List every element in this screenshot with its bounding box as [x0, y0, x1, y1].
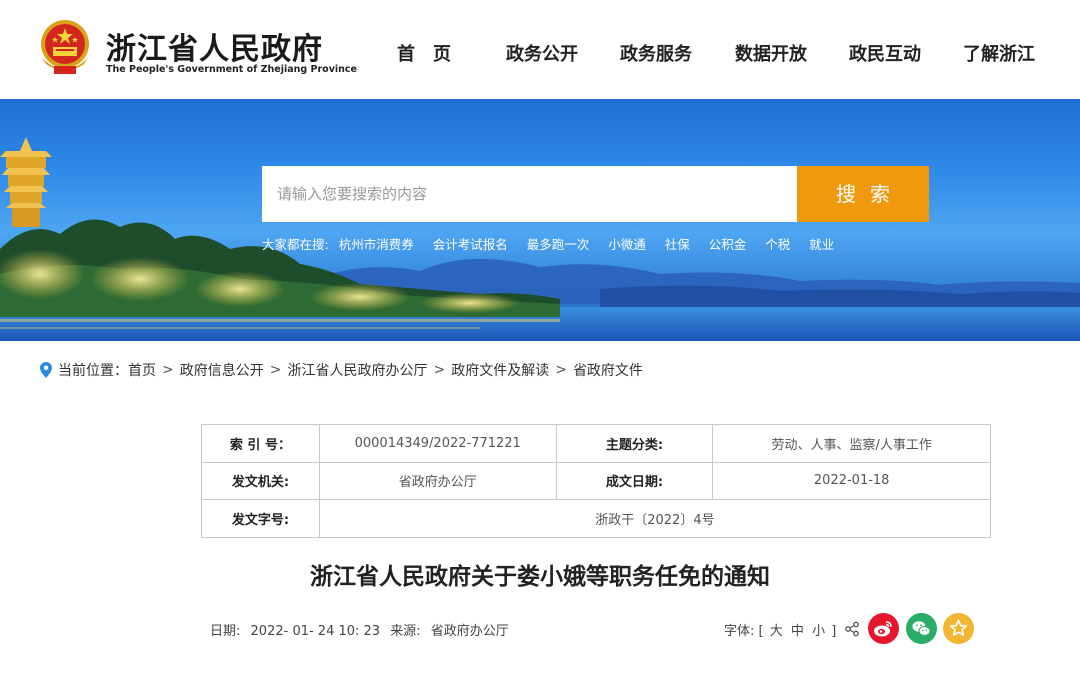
hot-search-link[interactable]: 个税 — [765, 237, 790, 252]
nav-interaction[interactable]: 政民互动 — [849, 40, 921, 66]
hot-search-link[interactable]: 公积金 — [709, 237, 747, 252]
breadcrumb-general-office[interactable]: 浙江省人民政府办公厅 — [287, 360, 427, 380]
font-size-large[interactable]: 大 — [770, 624, 783, 639]
nav-gov-affairs-open[interactable]: 政务公开 — [506, 40, 578, 66]
table-row: 发文字号: 浙政干〔2022〕4号 — [201, 499, 992, 538]
breadcrumb-separator: > — [269, 362, 282, 378]
breadcrumb-label: 当前位置： — [58, 363, 128, 379]
weibo-share-button[interactable] — [868, 613, 899, 644]
nav-home[interactable]: 首 页 — [397, 40, 451, 66]
hot-search-link[interactable]: 杭州市消费券 — [339, 237, 414, 252]
hot-search-link[interactable]: 小微通 — [608, 237, 646, 252]
date-meta-value: 2022- 01- 24 10: 23 — [250, 624, 381, 639]
nav-open-data[interactable]: 数据开放 — [735, 40, 807, 66]
breadcrumb-separator: > — [433, 362, 446, 378]
nav-about-zhejiang[interactable]: 了解浙江 — [963, 40, 1035, 66]
nav-gov-services[interactable]: 政务服务 — [620, 40, 692, 66]
source-meta-value: 省政府办公厅 — [430, 624, 509, 639]
main-nav: 首 页 政务公开 政务服务 数据开放 政民互动 了解浙江 — [0, 40, 1080, 66]
font-size-bracket: [ — [758, 624, 764, 639]
breadcrumb-separator: > — [555, 362, 567, 378]
topic-label: 主题分类: — [555, 424, 714, 463]
leifeng-pagoda-icon — [0, 137, 52, 227]
search-button[interactable]: 搜索 — [797, 166, 929, 222]
breadcrumb-info-disclosure[interactable]: 政府信息公开 — [180, 360, 264, 380]
hot-searches: 大家都在搜: 杭州市消费券 会计考试报名 最多跑一次 小微通 社保 公积金 个税… — [262, 234, 849, 253]
hot-search-link[interactable]: 社保 — [665, 237, 690, 252]
date-value: 2022-01-18 — [712, 461, 991, 500]
font-size-medium[interactable]: 中 — [791, 624, 804, 639]
breadcrumb-separator: > — [162, 362, 174, 378]
search-box — [262, 166, 797, 222]
breadcrumb-home[interactable]: 首页 — [128, 360, 156, 380]
table-row: 发文机关: 省政府办公厅 成文日期: 2022-01-18 — [201, 461, 991, 500]
font-size-control: 字体: [ 大 中 小 ] — [724, 620, 836, 639]
weibo-icon — [874, 621, 892, 637]
index-label: 索 引 号： — [201, 424, 320, 463]
document-meta: 日期: 2022- 01- 24 10: 23 来源: 省政府办公厅 — [210, 620, 515, 639]
location-pin-icon — [40, 362, 52, 378]
star-icon — [949, 619, 968, 636]
hot-search-link[interactable]: 就业 — [809, 237, 834, 252]
index-value: 000014349/2022-771221 — [318, 424, 557, 463]
search-input[interactable] — [262, 166, 797, 222]
wechat-icon — [912, 621, 931, 636]
breadcrumb: 当前位置： 首页 > 政府信息公开 > 浙江省人民政府办公厅 > 政府文件及解读… — [40, 360, 643, 380]
topic-value: 劳动、人事、监察/人事工作 — [712, 424, 991, 463]
date-meta-label: 日期: — [210, 624, 241, 639]
wechat-share-button[interactable] — [906, 613, 937, 644]
hot-search-link[interactable]: 会计考试报名 — [433, 237, 508, 252]
font-size-small[interactable]: 小 — [812, 624, 825, 639]
docno-label: 发文字号: — [201, 499, 320, 538]
share-icon[interactable] — [844, 621, 860, 637]
breadcrumb-documents[interactable]: 政府文件及解读 — [451, 360, 549, 380]
issuer-value: 省政府办公厅 — [318, 461, 557, 500]
date-label: 成文日期: — [555, 461, 714, 500]
font-size-label: 字体: — [724, 624, 755, 639]
source-meta-label: 来源: — [390, 624, 421, 639]
hot-search-link[interactable]: 最多跑一次 — [527, 237, 590, 252]
site-subtitle: The People's Government of Zhejiang Prov… — [106, 64, 357, 75]
document-title: 浙江省人民政府关于娄小娥等职务任免的通知 — [310, 564, 770, 590]
hot-searches-label: 大家都在搜: — [262, 237, 329, 252]
document-info-table: 索 引 号： 000014349/2022-771221 主题分类: 劳动、人事… — [201, 424, 992, 538]
docno-value: 浙政干〔2022〕4号 — [318, 499, 992, 538]
site-header: 浙江省人民政府 The People's Government of Zheji… — [0, 0, 1080, 99]
issuer-label: 发文机关: — [201, 461, 320, 500]
breadcrumb-provincial-docs[interactable]: 省政府文件 — [573, 360, 643, 380]
hero-banner: 搜索 大家都在搜: 杭州市消费券 会计考试报名 最多跑一次 小微通 社保 公积金… — [0, 99, 1080, 341]
favorite-button[interactable] — [943, 613, 974, 644]
font-size-bracket: ] — [831, 624, 837, 639]
table-row: 索 引 号： 000014349/2022-771221 主题分类: 劳动、人事… — [201, 424, 991, 463]
